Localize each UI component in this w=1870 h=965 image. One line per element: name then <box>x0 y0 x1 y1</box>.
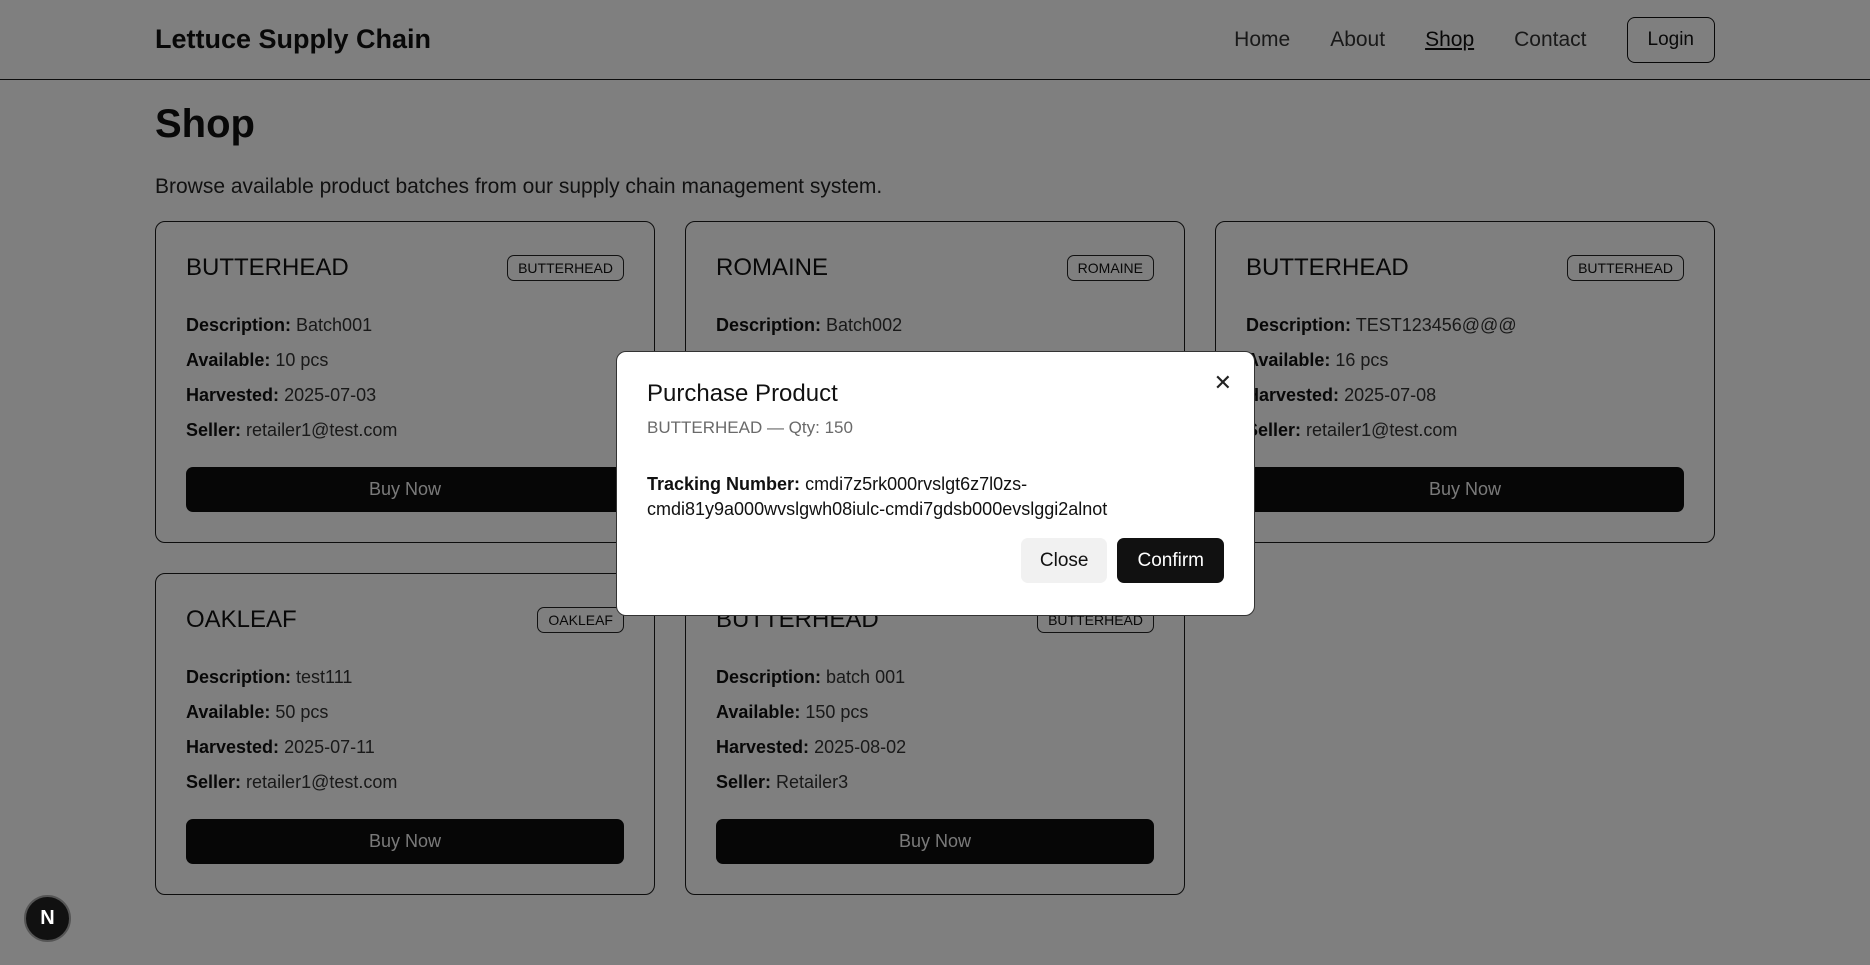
tracking-number: Tracking Number: cmdi7z5rk000rvslgt6z7l0… <box>647 472 1224 522</box>
close-button[interactable]: Close <box>1020 538 1108 583</box>
purchase-modal: Purchase Product BUTTERHEAD — Qty: 150 ✕… <box>616 351 1255 616</box>
close-icon[interactable]: ✕ <box>1214 370 1232 396</box>
dev-tools-badge[interactable]: N <box>24 895 71 942</box>
tracking-label: Tracking Number: <box>647 474 801 494</box>
modal-subtitle: BUTTERHEAD — Qty: 150 <box>647 418 853 437</box>
modal-actions: Close Confirm <box>1020 538 1224 583</box>
modal-title: Purchase Product <box>647 380 838 407</box>
confirm-button[interactable]: Confirm <box>1117 538 1224 583</box>
